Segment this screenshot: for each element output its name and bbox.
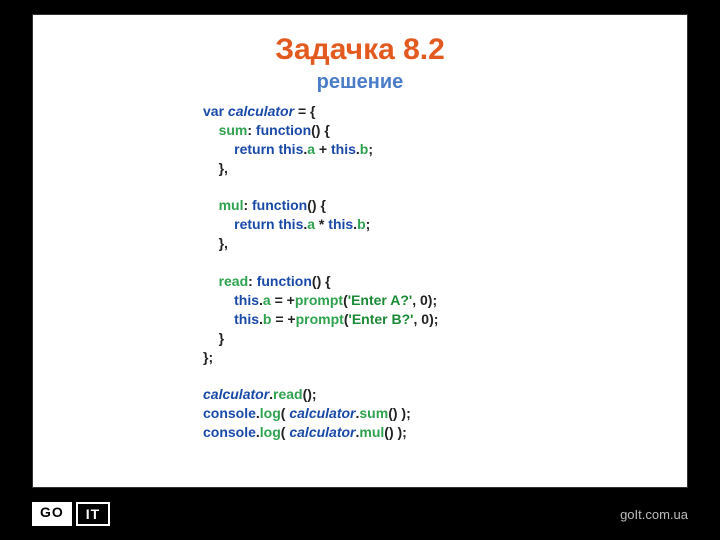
slide-frame: Задачка 8.2 решение var calculator = { s… [32,14,688,488]
code-text: } [219,330,224,346]
code-block: var calculator = { sum: function() { ret… [203,102,647,442]
slide-subtitle: решение [73,71,647,94]
code-keyword: function [257,273,312,289]
code-member: a [307,141,315,157]
code-indent [203,216,234,232]
code-text: () ); [388,405,411,421]
code-member: a [307,216,315,232]
code-member: a [263,292,271,308]
logo-go-box: GO [32,502,72,526]
code-text: ; [368,141,373,157]
code-call: log [260,424,281,440]
code-keyword: return this [234,216,303,232]
logo: GO IT [32,502,110,526]
code-identifier: calculator [289,424,355,440]
code-text: * [315,216,328,232]
code-text: : [248,273,257,289]
code-text: , 0); [412,292,437,308]
code-indent [203,235,219,251]
code-keyword: this [234,292,259,308]
code-call: mul [359,424,384,440]
code-indent [203,141,234,157]
code-text: }, [219,235,228,251]
code-text: = + [271,311,295,327]
code-keyword: this [328,216,353,232]
code-text: () { [312,273,331,289]
code-text: }; [203,349,213,365]
code-keyword: function [252,197,307,213]
code-identifier: calculator [203,386,269,402]
code-indent [203,311,234,327]
code-text: () { [311,122,330,138]
code-indent [203,197,219,213]
code-text: : [243,197,252,213]
code-text: () ); [384,424,407,440]
code-text: : [247,122,256,138]
code-text: , 0); [414,311,439,327]
code-property: read [219,273,249,289]
code-string: 'Enter A?' [348,292,412,308]
logo-it-box: IT [76,502,110,526]
code-keyword: function [256,122,311,138]
code-indent [203,160,219,176]
code-identifier: console [203,405,256,421]
code-indent [203,292,234,308]
code-text: (); [303,386,317,402]
code-indent [203,330,219,346]
code-call: sum [359,405,388,421]
code-identifier: calculator [224,103,294,119]
code-string: 'Enter B?' [349,311,414,327]
code-keyword: this [234,311,259,327]
code-property: mul [219,197,244,213]
code-keyword: return this [234,141,303,157]
code-identifier: calculator [289,405,355,421]
code-text: ; [366,216,371,232]
code-text: = + [271,292,295,308]
code-indent [203,273,219,289]
code-call: log [260,405,281,421]
code-property: sum [219,122,248,138]
code-call: read [273,386,303,402]
code-member: b [357,216,366,232]
code-keyword: var [203,103,224,119]
code-text: () { [307,197,326,213]
code-call: prompt [295,292,343,308]
code-text: = { [294,103,315,119]
code-call: prompt [296,311,344,327]
code-keyword: this [331,141,356,157]
footer-bar: GO IT goIt.com.ua [0,488,720,540]
code-text: + [315,141,331,157]
slide-title: Задачка 8.2 [73,33,647,67]
footer-site-url: goIt.com.ua [620,507,688,522]
code-identifier: console [203,424,256,440]
code-indent [203,122,219,138]
code-text: }, [219,160,228,176]
